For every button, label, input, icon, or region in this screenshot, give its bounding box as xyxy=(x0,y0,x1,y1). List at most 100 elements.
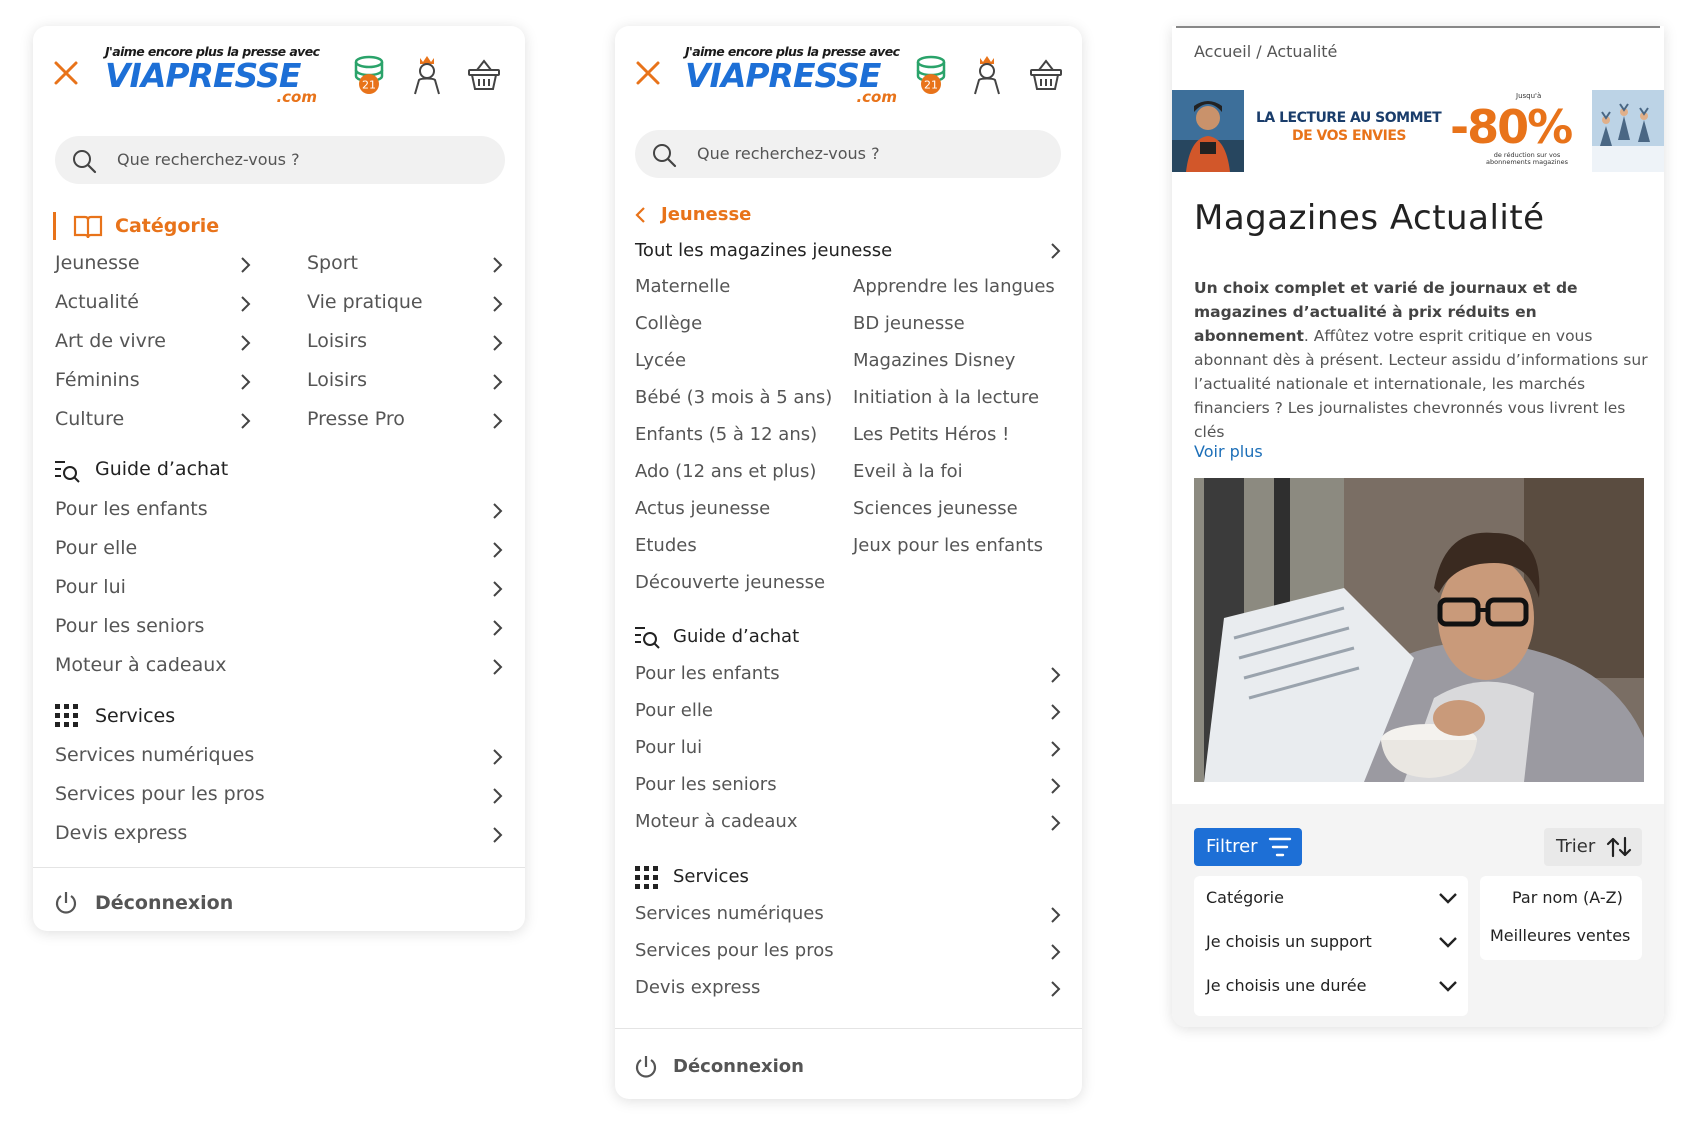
sub-item[interactable]: Bébé (3 mois à 5 ans) xyxy=(635,387,832,408)
logout-button[interactable]: Déconnexion xyxy=(95,892,233,914)
chevron-right-icon[interactable] xyxy=(491,580,503,598)
dropdown-support[interactable]: Je choisis un support xyxy=(1206,932,1372,951)
coins-icon[interactable]: 21 xyxy=(353,54,385,100)
search-input[interactable]: Que recherchez-vous ? xyxy=(55,136,505,184)
guide-item-lui[interactable]: Pour lui xyxy=(635,737,702,758)
chevron-left-icon[interactable] xyxy=(635,206,647,224)
category-item-actualite[interactable]: Actualité xyxy=(55,291,139,313)
sub-item[interactable]: Ado (12 ans et plus) xyxy=(635,461,816,482)
all-jeunesse-link[interactable]: Tout les magazines jeunesse xyxy=(635,240,892,261)
sub-item[interactable]: BD jeunesse xyxy=(853,313,965,334)
category-item-culture[interactable]: Culture xyxy=(55,408,124,430)
chevron-down-icon[interactable] xyxy=(1438,980,1458,992)
chevron-right-icon[interactable] xyxy=(491,295,503,313)
category-item-feminins[interactable]: Féminins xyxy=(55,369,140,391)
sub-item[interactable]: Découverte jeunesse xyxy=(635,572,825,593)
sub-item[interactable]: Maternelle xyxy=(635,276,730,297)
chevron-right-icon[interactable] xyxy=(491,373,503,391)
filter-button[interactable]: Filtrer xyxy=(1194,828,1302,866)
sub-item[interactable]: Sciences jeunesse xyxy=(853,498,1018,519)
viapresse-logo[interactable]: J'aime encore plus la presse avec VIAPRE… xyxy=(105,44,320,106)
chevron-right-icon[interactable] xyxy=(239,295,251,313)
breadcrumb[interactable]: Accueil / Actualité xyxy=(1194,42,1337,61)
chevron-down-icon[interactable] xyxy=(1438,892,1458,904)
category-title[interactable]: Catégorie xyxy=(115,215,219,237)
services-item-pros[interactable]: Services pour les pros xyxy=(55,783,265,805)
chevron-right-icon[interactable] xyxy=(239,256,251,274)
guide-item-moteur-cadeaux[interactable]: Moteur à cadeaux xyxy=(635,811,797,832)
viapresse-logo[interactable]: J'aime encore plus la presse avec VIAPRE… xyxy=(685,44,900,106)
sub-item[interactable]: Magazines Disney xyxy=(853,350,1015,371)
sort-option-bestsellers[interactable]: Meilleures ventes xyxy=(1490,926,1630,945)
account-icon[interactable] xyxy=(411,54,443,100)
sub-item[interactable]: Enfants (5 à 12 ans) xyxy=(635,424,817,445)
guide-item-seniors[interactable]: Pour les seniors xyxy=(55,615,204,637)
chevron-right-icon[interactable] xyxy=(1049,703,1061,721)
sub-item[interactable]: Apprendre les langues xyxy=(853,276,1055,297)
services-item-devis[interactable]: Devis express xyxy=(635,977,760,998)
guide-item-lui[interactable]: Pour lui xyxy=(55,576,126,598)
guide-item-enfants[interactable]: Pour les enfants xyxy=(635,663,780,684)
chevron-right-icon[interactable] xyxy=(491,748,503,766)
chevron-right-icon[interactable] xyxy=(239,412,251,430)
account-icon[interactable] xyxy=(971,54,1003,100)
sub-item[interactable]: Les Petits Héros ! xyxy=(853,424,1009,445)
chevron-right-icon[interactable] xyxy=(239,334,251,352)
basket-icon[interactable] xyxy=(1029,58,1063,96)
search-input[interactable]: Que recherchez-vous ? xyxy=(635,130,1061,178)
power-icon[interactable] xyxy=(633,1054,659,1084)
coins-icon[interactable]: 21 xyxy=(915,54,947,100)
sort-option-name[interactable]: Par nom (A-Z) xyxy=(1512,888,1623,907)
services-item-devis[interactable]: Devis express xyxy=(55,822,187,844)
chevron-right-icon[interactable] xyxy=(491,658,503,676)
category-item-art-de-vivre[interactable]: Art de vivre xyxy=(55,330,166,352)
services-item-numeriques[interactable]: Services numériques xyxy=(635,903,824,924)
chevron-right-icon[interactable] xyxy=(491,412,503,430)
chevron-right-icon[interactable] xyxy=(1049,666,1061,684)
services-item-pros[interactable]: Services pour les pros xyxy=(635,940,834,961)
category-item-presse-pro[interactable]: Presse Pro xyxy=(307,408,405,430)
chevron-right-icon[interactable] xyxy=(1049,943,1061,961)
chevron-right-icon[interactable] xyxy=(491,619,503,637)
guide-item-elle[interactable]: Pour elle xyxy=(635,700,713,721)
chevron-right-icon[interactable] xyxy=(1049,740,1061,758)
chevron-right-icon[interactable] xyxy=(491,787,503,805)
sub-item[interactable]: Collège xyxy=(635,313,702,334)
dropdown-categorie[interactable]: Catégorie xyxy=(1206,888,1284,907)
sub-item[interactable]: Lycée xyxy=(635,350,686,371)
back-to-categories[interactable]: Jeunesse xyxy=(661,204,751,225)
basket-icon[interactable] xyxy=(467,58,501,96)
sub-item[interactable]: Eveil à la foi xyxy=(853,461,963,482)
close-icon[interactable] xyxy=(51,58,81,88)
sub-item[interactable]: Initiation à la lecture xyxy=(853,387,1039,408)
sort-button[interactable]: Trier xyxy=(1544,828,1642,866)
chevron-right-icon[interactable] xyxy=(1049,906,1061,924)
services-item-numeriques[interactable]: Services numériques xyxy=(55,744,254,766)
chevron-right-icon[interactable] xyxy=(1049,980,1061,998)
sub-item[interactable]: Jeux pour les enfants xyxy=(853,535,1043,556)
category-item-vie-pratique[interactable]: Vie pratique xyxy=(307,291,423,313)
chevron-right-icon[interactable] xyxy=(491,256,503,274)
guide-item-enfants[interactable]: Pour les enfants xyxy=(55,498,208,520)
chevron-right-icon[interactable] xyxy=(1049,242,1061,260)
guide-item-elle[interactable]: Pour elle xyxy=(55,537,137,559)
category-item-sport[interactable]: Sport xyxy=(307,252,358,274)
category-item-loisirs[interactable]: Loisirs xyxy=(307,330,367,352)
sub-item[interactable]: Actus jeunesse xyxy=(635,498,770,519)
logout-button[interactable]: Déconnexion xyxy=(673,1056,804,1077)
chevron-right-icon[interactable] xyxy=(491,826,503,844)
see-more-link[interactable]: Voir plus xyxy=(1194,442,1263,461)
chevron-right-icon[interactable] xyxy=(239,373,251,391)
chevron-right-icon[interactable] xyxy=(1049,777,1061,795)
guide-item-moteur-cadeaux[interactable]: Moteur à cadeaux xyxy=(55,654,227,676)
dropdown-duree[interactable]: Je choisis une durée xyxy=(1206,976,1366,995)
close-icon[interactable] xyxy=(633,58,663,88)
chevron-right-icon[interactable] xyxy=(491,541,503,559)
power-icon[interactable] xyxy=(53,890,79,920)
guide-item-seniors[interactable]: Pour les seniors xyxy=(635,774,777,795)
chevron-down-icon[interactable] xyxy=(1438,936,1458,948)
chevron-right-icon[interactable] xyxy=(1049,814,1061,832)
chevron-right-icon[interactable] xyxy=(491,502,503,520)
promo-banner[interactable]: LA LECTURE AU SOMMET DE VOS ENVIES Jusqu… xyxy=(1172,90,1664,172)
category-item-jeunesse[interactable]: Jeunesse xyxy=(55,252,140,274)
